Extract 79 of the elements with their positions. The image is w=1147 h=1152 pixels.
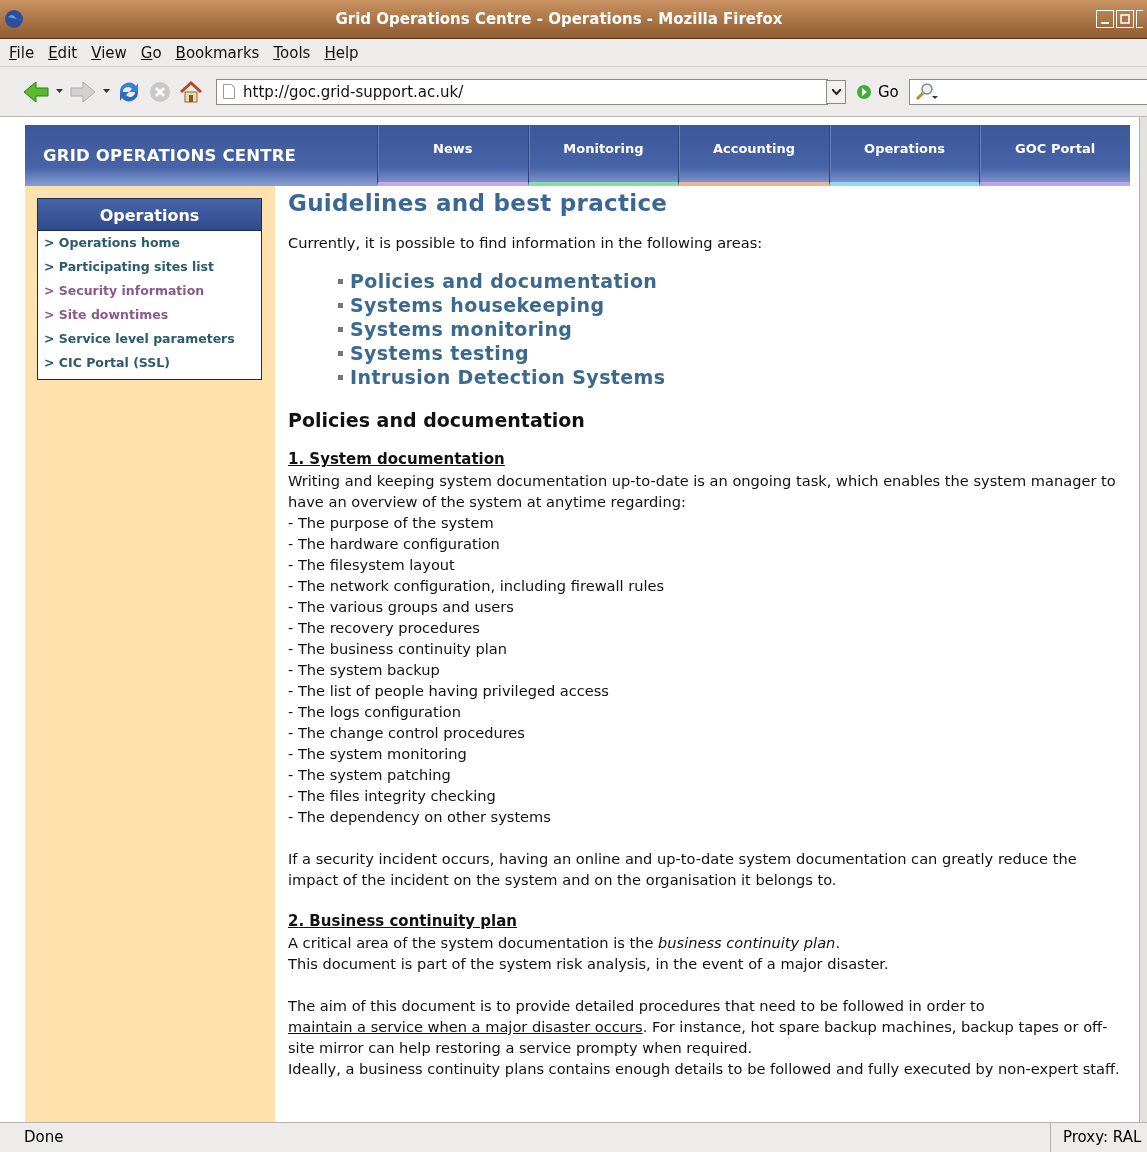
bullet-icon	[338, 302, 343, 308]
subsection-title: 2. Business continuity plan	[288, 911, 518, 932]
maximize-button[interactable]	[1116, 10, 1134, 28]
text-line: - The files integrity checking	[288, 786, 497, 806]
menu-item[interactable]: Edit	[41, 43, 85, 62]
page-heading: Guidelines and best practice	[288, 190, 669, 216]
text-line: - The various groups and users	[288, 597, 515, 617]
text-line: - The system monitoring	[288, 744, 468, 764]
sidebar-link[interactable]: > Security information	[38, 279, 261, 303]
menu-item[interactable]: View	[84, 43, 134, 62]
area-link[interactable]: Systems testing	[350, 341, 530, 365]
sidebar-link[interactable]: > Participating sites list	[38, 255, 261, 279]
minimize-button[interactable]	[1096, 10, 1114, 28]
text-line: - The recovery procedures	[288, 618, 481, 638]
menu-item[interactable]: Tools	[266, 43, 318, 62]
go-button[interactable]: Go	[852, 82, 903, 101]
text-line: - The logs configuration	[288, 702, 462, 722]
nav-tab[interactable]: Accounting	[678, 125, 829, 186]
dropdown-button[interactable]	[826, 79, 846, 104]
subsection-title: 1. System documentation	[288, 449, 506, 470]
proxy-status: Proxy: RAL	[1050, 1123, 1147, 1152]
text-line: - The filesystem layout	[288, 555, 456, 575]
nav-tab[interactable]: Operations	[828, 125, 980, 186]
area-link[interactable]: Policies and documentation	[350, 269, 658, 293]
text-line: - The system patching	[288, 765, 452, 785]
caret-icon[interactable]	[103, 89, 110, 94]
sidebar-link[interactable]: > Site downtimes	[38, 303, 261, 327]
address-field[interactable]: http://goc.grid-support.ac.uk/	[216, 78, 828, 105]
sidebar-title: Operations	[38, 199, 261, 231]
bullet-icon	[338, 374, 343, 380]
text-line: - The business continuity plan	[288, 639, 508, 659]
globe-icon	[4, 9, 24, 29]
text-line: If a security incident occurs, having an online and up-to-date system documentation can greatly reduce the impact of the incident on the system and on the organisation it belongs to.	[288, 849, 1078, 890]
caret-icon[interactable]	[56, 89, 63, 94]
nav-tab[interactable]: News	[377, 125, 528, 186]
area-link[interactable]: Systems monitoring	[350, 317, 573, 341]
nav-tab[interactable]: GOC Portal	[979, 125, 1130, 186]
bullet-icon	[338, 350, 343, 356]
back-icon[interactable]	[22, 79, 50, 104]
text-line: - The system backup	[288, 660, 441, 680]
search-field[interactable]	[908, 78, 1147, 105]
close-button[interactable]	[1136, 10, 1143, 28]
menu-item[interactable]: Bookmarks	[168, 43, 267, 62]
text-line: This document is part of the system risk analysis, in the event of a major disaster.	[288, 954, 890, 974]
area-link[interactable]: Intrusion Detection Systems	[350, 365, 666, 389]
maximize-icon	[1120, 14, 1130, 24]
text-line: - The hardware configuration	[288, 534, 501, 554]
bullet-icon	[338, 326, 343, 332]
window-title: Grid Operations Centre - Operations - Mozilla Firefox	[334, 10, 784, 28]
play-icon	[856, 83, 872, 100]
text-line: The aim of this document is to provide detailed procedures that need to be followed in order to maintain a service when a major disaster occurs. For instance, hot spare backup machines, backup tapes or off-site mirror can help restoring a service prompty when required.	[288, 996, 1109, 1058]
nav-tab[interactable]: Monitoring	[527, 125, 679, 186]
status-text: Done	[23, 1127, 65, 1148]
sidebar-link[interactable]: > Operations home	[38, 231, 261, 255]
text-line: Writing and keeping system documentation up-to-date is an ongoing task, which enables the system manager to have an overview of the system at anytime regarding:	[288, 471, 1117, 512]
text-line: - The change control procedures	[288, 723, 526, 743]
site-title: GRID OPERATIONS CENTRE	[42, 145, 298, 167]
section-heading: Policies and documentation	[288, 409, 586, 431]
sidebar-link[interactable]: > Service level parameters	[38, 327, 261, 351]
bullet-icon	[338, 278, 343, 284]
menu-item[interactable]: Help	[317, 43, 366, 62]
text-line: - The list of people having privileged access	[288, 681, 610, 701]
intro-text: Currently, it is possible to find information in the following areas:	[288, 233, 764, 253]
chevron-icon	[831, 88, 841, 95]
text-line: - The network configuration, including firewall rules	[288, 576, 666, 596]
minimize-icon	[1101, 22, 1109, 24]
home-icon[interactable]	[178, 78, 204, 105]
text-link[interactable]: maintain a service when a major disaster occurs	[288, 1018, 643, 1035]
menu-item[interactable]: File	[2, 43, 42, 62]
scrollbar[interactable]	[1139, 117, 1147, 1122]
text-line: Ideally, a business continuity plans contains enough details to be followed and fully executed by non-expert staff.	[288, 1059, 1121, 1079]
page-icon	[223, 84, 235, 99]
search-icon	[913, 81, 940, 102]
text-line: A critical area of the system documentation is the business continuity plan.	[288, 933, 841, 953]
menu-item[interactable]: Go	[133, 43, 169, 62]
sidebar-link[interactable]: > CIC Portal (SSL)	[38, 351, 261, 375]
text-line: - The dependency on other systems	[288, 807, 552, 827]
area-link[interactable]: Systems housekeeping	[350, 293, 605, 317]
text-line: - The purpose of the system	[288, 513, 495, 533]
